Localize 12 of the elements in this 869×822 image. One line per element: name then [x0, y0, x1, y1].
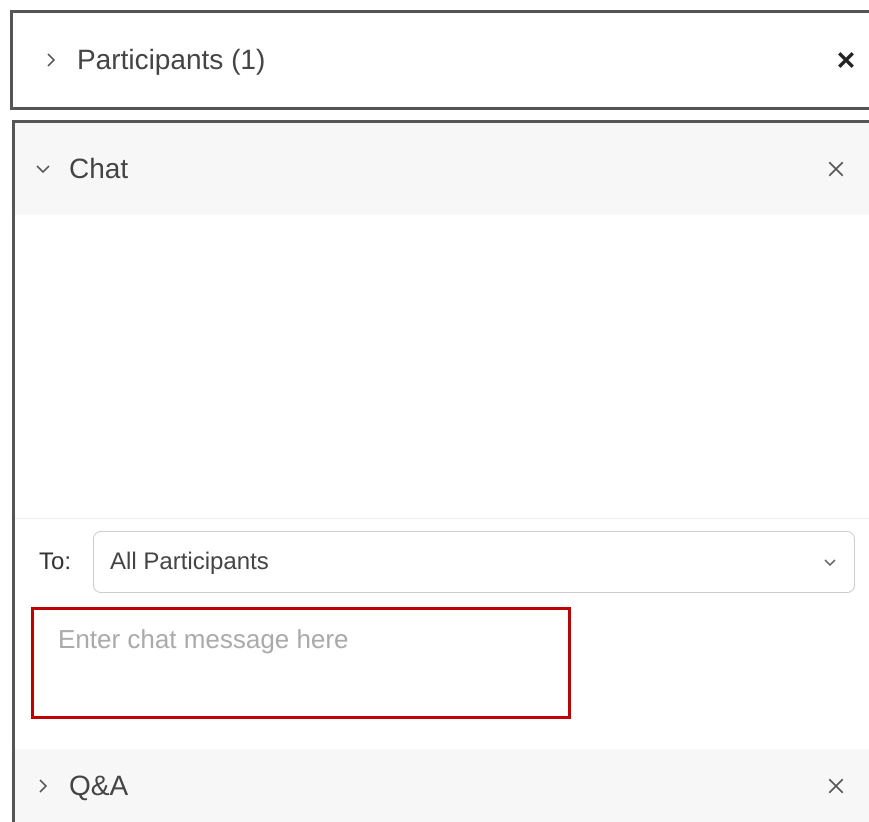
panel-header[interactable]: Chat: [15, 123, 869, 215]
panel-title: Chat: [69, 153, 130, 185]
close-icon[interactable]: [827, 160, 845, 178]
recipient-dropdown[interactable]: All Participants: [93, 531, 855, 593]
panel-header[interactable]: Q&A: [15, 749, 869, 822]
panel-title: Participants (1): [77, 44, 266, 76]
close-icon[interactable]: [837, 51, 855, 69]
participants-panel[interactable]: Participants (1): [10, 10, 869, 110]
close-icon[interactable]: [827, 777, 845, 795]
to-label: To:: [39, 548, 72, 576]
panel-title: Q&A: [69, 770, 130, 802]
message-field[interactable]: Enter chat message here: [31, 607, 571, 719]
